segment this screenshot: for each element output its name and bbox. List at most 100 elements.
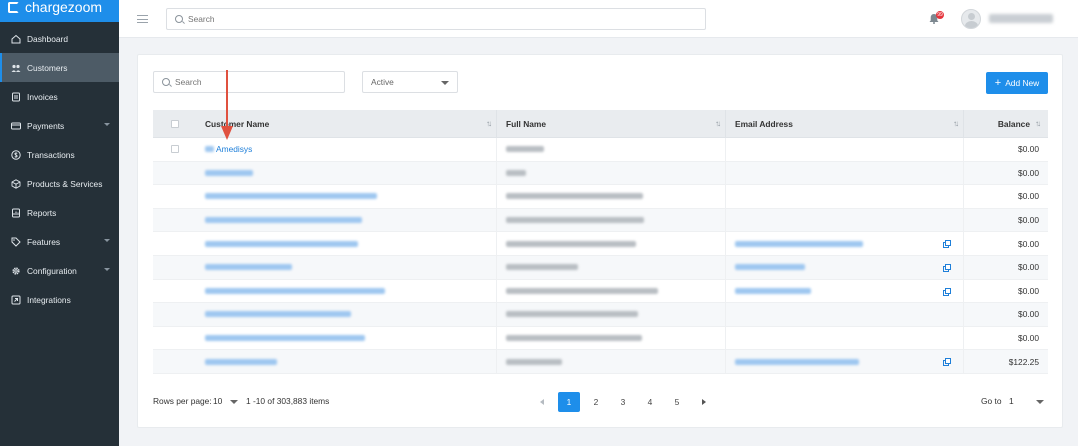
redacted-email[interactable] — [735, 240, 863, 247]
plus-icon: + — [994, 76, 1002, 89]
row-select-cell — [153, 138, 196, 161]
sidebar-nav: Dashboard Customers Invoices Payments Tr… — [0, 24, 119, 314]
column-email-address[interactable]: Email Address ↑↓ — [726, 110, 964, 137]
customers-table: Customer Name ↑↓ Full Name ↑↓ Email Addres… — [153, 110, 1048, 374]
global-search[interactable] — [166, 8, 706, 30]
customer-search[interactable] — [153, 71, 345, 93]
redacted-text — [506, 193, 643, 200]
pagination-range: 1 -10 of 303,883 items — [246, 396, 330, 406]
menu-icon[interactable] — [137, 15, 148, 23]
email-cell — [726, 161, 964, 185]
sidebar-item-invoices[interactable]: Invoices — [0, 82, 119, 111]
tag-icon — [11, 237, 21, 247]
redacted-link[interactable] — [205, 264, 292, 271]
table-row[interactable]: $0.00 — [153, 185, 1048, 209]
redacted-link[interactable] — [205, 240, 358, 247]
notification-badge: 99 — [936, 11, 944, 19]
redacted-link[interactable] — [205, 193, 377, 200]
avatar[interactable] — [961, 9, 981, 29]
pagination: 1 2 3 4 5 — [531, 392, 715, 412]
redacted-link[interactable] — [205, 217, 362, 224]
sidebar-item-customers[interactable]: Customers — [0, 53, 119, 82]
email-cell — [726, 185, 964, 208]
redacted-link[interactable] — [205, 287, 385, 294]
column-full-name[interactable]: Full Name ↑↓ — [497, 110, 726, 137]
copy-icon[interactable] — [943, 240, 951, 249]
table-row[interactable]: $0.00 — [153, 255, 1048, 280]
add-new-button[interactable]: + Add New — [986, 72, 1048, 94]
balance-cell: $0.00 — [1018, 333, 1039, 344]
caret-down-icon[interactable] — [230, 400, 238, 404]
redacted-link[interactable] — [205, 335, 365, 342]
balance-cell: $0.00 — [1018, 262, 1039, 273]
sidebar-item-transactions[interactable]: Transactions — [0, 140, 119, 169]
rows-per-page-select[interactable]: 10 — [213, 396, 222, 406]
table-row[interactable]: $0.00 — [153, 303, 1048, 327]
caret-down-icon[interactable] — [1036, 400, 1044, 404]
page-button-5[interactable]: 5 — [666, 392, 688, 412]
sidebar-item-features[interactable]: Features — [0, 227, 119, 256]
goto-page-select[interactable]: 1 — [1009, 396, 1014, 406]
table-row[interactable]: $122.25 — [153, 350, 1048, 374]
invoice-icon — [11, 92, 21, 102]
goto-label: Go to — [981, 396, 1002, 406]
table-footer: Rows per page: 10 1 -10 of 303,883 items… — [153, 391, 1048, 412]
global-search-input[interactable] — [188, 14, 665, 24]
sort-icon[interactable]: ↑↓ — [953, 119, 959, 128]
customer-name-cell — [196, 208, 497, 232]
email-cell — [726, 326, 964, 350]
redacted-link[interactable] — [205, 311, 351, 318]
plug-icon — [11, 295, 21, 305]
status-filter-select[interactable]: Active — [362, 71, 458, 93]
copy-icon[interactable] — [943, 358, 951, 367]
page-button-1[interactable]: 1 — [558, 392, 580, 412]
sidebar-item-label: Dashboard — [27, 33, 68, 44]
customers-card: Active + Add New Customer Name↑↓ Full Na… — [137, 54, 1063, 428]
user-name-redacted[interactable] — [989, 14, 1053, 23]
sidebar-item-configuration[interactable]: Configuration — [0, 256, 119, 285]
sort-icon[interactable]: ↑↓ — [715, 119, 721, 128]
redacted-email[interactable] — [735, 264, 805, 271]
sidebar-item-payments[interactable]: Payments — [0, 111, 119, 140]
table-row[interactable]: $0.00 — [153, 161, 1048, 186]
table-row[interactable]: $0.00 — [153, 208, 1048, 233]
redacted-email[interactable] — [735, 358, 859, 365]
next-page-button[interactable] — [693, 392, 715, 412]
redacted-text — [506, 358, 562, 365]
row-select-cell — [153, 256, 196, 279]
customer-name-cell — [196, 326, 497, 350]
email-cell — [726, 138, 964, 161]
copy-icon[interactable] — [943, 287, 951, 296]
sidebar-item-integrations[interactable]: Integrations — [0, 285, 119, 314]
table-row[interactable]: $0.00 — [153, 232, 1048, 256]
sidebar-item-dashboard[interactable]: Dashboard — [0, 24, 119, 53]
row-select-cell — [153, 162, 196, 185]
sidebar-item-products-services[interactable]: Products & Services — [0, 169, 119, 198]
sort-icon[interactable]: ↑↓ — [486, 119, 492, 128]
column-balance[interactable]: Balance ↑↓ — [964, 110, 1048, 137]
top-bar: 99 — [119, 0, 1078, 38]
customer-search-input[interactable] — [175, 77, 339, 87]
page-button-3[interactable]: 3 — [612, 392, 634, 412]
add-new-label: Add New — [1005, 78, 1040, 88]
full-name-cell — [497, 303, 726, 326]
select-all-checkbox[interactable] — [170, 119, 179, 128]
row-select-cell — [153, 350, 196, 373]
table-row[interactable]: $0.00 — [153, 326, 1048, 351]
page-button-2[interactable]: 2 — [585, 392, 607, 412]
table-row[interactable]: Amedisys $0.00 — [153, 138, 1048, 162]
sort-icon[interactable]: ↑↓ — [1035, 119, 1041, 128]
row-checkbox[interactable] — [170, 145, 179, 154]
table-row[interactable]: $0.00 — [153, 279, 1048, 304]
customer-name-link[interactable]: Amedisys — [216, 144, 252, 154]
redacted-link[interactable] — [205, 358, 277, 365]
copy-icon[interactable] — [943, 263, 951, 272]
page-button-4[interactable]: 4 — [639, 392, 661, 412]
column-customer-name[interactable]: Customer Name ↑↓ — [196, 110, 497, 137]
sidebar-item-reports[interactable]: Reports — [0, 198, 119, 227]
box-icon — [11, 178, 21, 189]
prev-page-button[interactable] — [531, 392, 553, 412]
redacted-link[interactable] — [205, 169, 253, 176]
redacted-email[interactable] — [735, 287, 811, 294]
logo[interactable]: chargezoom — [0, 0, 119, 22]
